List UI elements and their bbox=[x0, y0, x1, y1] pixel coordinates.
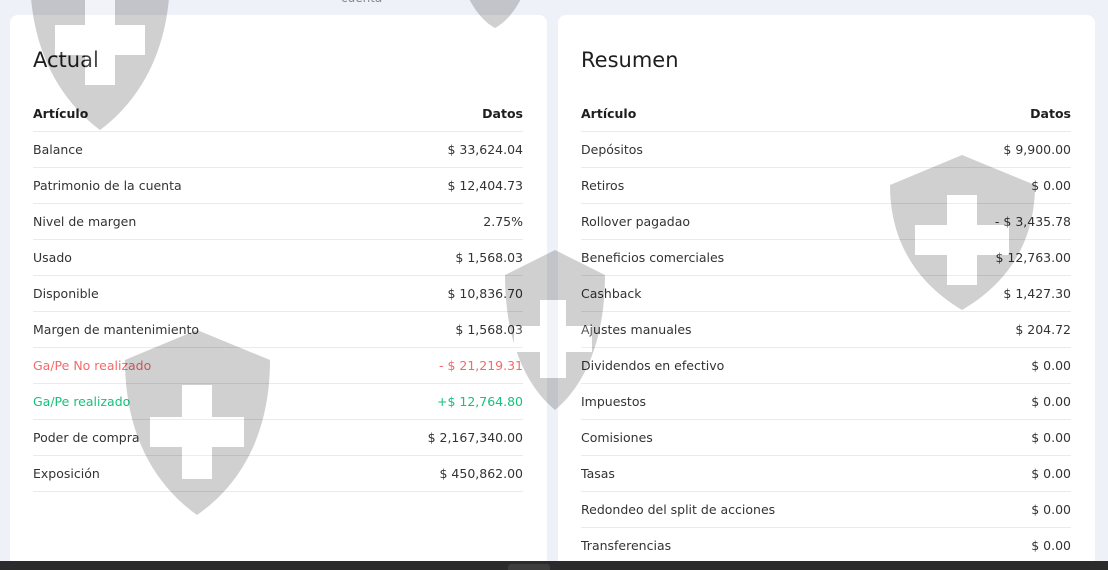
row-label: Ga/Pe realizado bbox=[33, 394, 131, 409]
row-label: Beneficios comerciales bbox=[581, 250, 725, 265]
table-header: Artículo Datos bbox=[33, 95, 523, 132]
row-value: $ 0.00 bbox=[1031, 538, 1071, 553]
row-value: $ 33,624.04 bbox=[447, 142, 523, 157]
row-value: $ 0.00 bbox=[1031, 430, 1071, 445]
top-strip: cuenta bbox=[0, 0, 1108, 10]
table-header: Artículo Datos bbox=[581, 95, 1071, 132]
row-label: Comisiones bbox=[581, 430, 653, 445]
table-row: Margen de mantenimiento $ 1,568.03 bbox=[33, 312, 523, 348]
table-row: Tasas $ 0.00 bbox=[581, 456, 1071, 492]
row-label: Rollover pagadao bbox=[581, 214, 690, 229]
row-value: $ 0.00 bbox=[1031, 394, 1071, 409]
table-row: Ajustes manuales $ 204.72 bbox=[581, 312, 1071, 348]
row-value: $ 10,836.70 bbox=[447, 286, 523, 301]
header-item: Artículo bbox=[581, 105, 637, 121]
row-label: Patrimonio de la cuenta bbox=[33, 178, 182, 193]
table-row: Balance $ 33,624.04 bbox=[33, 132, 523, 168]
resumen-panel: Resumen Artículo Datos Depósitos $ 9,900… bbox=[558, 15, 1095, 570]
table-row: Exposición $ 450,862.00 bbox=[33, 456, 523, 492]
row-value: $ 12,763.00 bbox=[995, 250, 1071, 265]
cut-off-label: cuenta bbox=[341, 0, 382, 5]
table-row: Patrimonio de la cuenta $ 12,404.73 bbox=[33, 168, 523, 204]
row-value: $ 0.00 bbox=[1031, 358, 1071, 373]
row-label: Depósitos bbox=[581, 142, 643, 157]
table-row: Comisiones $ 0.00 bbox=[581, 420, 1071, 456]
table-row: Disponible $ 10,836.70 bbox=[33, 276, 523, 312]
table-row: Usado $ 1,568.03 bbox=[33, 240, 523, 276]
row-label: Disponible bbox=[33, 286, 99, 301]
table-row: Beneficios comerciales $ 12,763.00 bbox=[581, 240, 1071, 276]
table-row: Impuestos $ 0.00 bbox=[581, 384, 1071, 420]
header-item: Artículo bbox=[33, 105, 89, 121]
row-label: Redondeo del split de acciones bbox=[581, 502, 776, 517]
row-label: Margen de mantenimiento bbox=[33, 322, 200, 337]
row-value: $ 9,900.00 bbox=[1003, 142, 1071, 157]
table-row: Poder de compra $ 2,167,340.00 bbox=[33, 420, 523, 456]
row-value: $ 1,427.30 bbox=[1003, 286, 1071, 301]
row-label: Dividendos en efectivo bbox=[581, 358, 725, 373]
row-label: Transferencias bbox=[581, 538, 672, 553]
row-value: $ 1,568.03 bbox=[455, 250, 523, 265]
row-value: - $ 21,219.31 bbox=[438, 358, 523, 373]
row-value: $ 2,167,340.00 bbox=[427, 430, 523, 445]
row-label: Ga/Pe No realizado bbox=[33, 358, 152, 373]
row-value: $ 12,404.73 bbox=[447, 178, 523, 193]
row-value: $ 0.00 bbox=[1031, 178, 1071, 193]
bottom-tab-handle[interactable] bbox=[508, 564, 550, 570]
row-value: $ 204.72 bbox=[1015, 322, 1071, 337]
actual-table: Artículo Datos Balance $ 33,624.04 Patri… bbox=[33, 95, 523, 492]
header-data: Datos bbox=[1030, 105, 1071, 121]
row-value: $ 0.00 bbox=[1031, 466, 1071, 481]
table-row: Redondeo del split de acciones $ 0.00 bbox=[581, 492, 1071, 528]
table-row: Retiros $ 0.00 bbox=[581, 168, 1071, 204]
table-row: Rollover pagadao - $ 3,435.78 bbox=[581, 204, 1071, 240]
row-label: Cashback bbox=[581, 286, 642, 301]
table-row: Depósitos $ 9,900.00 bbox=[581, 132, 1071, 168]
table-row: Dividendos en efectivo $ 0.00 bbox=[581, 348, 1071, 384]
header-data: Datos bbox=[482, 105, 523, 121]
table-row: Transferencias $ 0.00 bbox=[581, 528, 1071, 564]
table-row: Cashback $ 1,427.30 bbox=[581, 276, 1071, 312]
row-label: Usado bbox=[33, 250, 72, 265]
row-value: +$ 12,764.80 bbox=[436, 394, 523, 409]
table-row-unrealized: Ga/Pe No realizado - $ 21,219.31 bbox=[33, 348, 523, 384]
row-label: Ajustes manuales bbox=[581, 322, 692, 337]
row-label: Nivel de margen bbox=[33, 214, 137, 229]
row-label: Retiros bbox=[581, 178, 625, 193]
row-value: $ 1,568.03 bbox=[455, 322, 523, 337]
resumen-table: Artículo Datos Depósitos $ 9,900.00 Reti… bbox=[581, 95, 1071, 564]
row-label: Poder de compra bbox=[33, 430, 140, 445]
actual-panel: Actual Artículo Datos Balance $ 33,624.0… bbox=[10, 15, 547, 570]
row-label: Tasas bbox=[581, 466, 615, 481]
actual-title: Actual bbox=[33, 48, 99, 72]
row-value: - $ 3,435.78 bbox=[994, 214, 1071, 229]
row-label: Balance bbox=[33, 142, 83, 157]
row-value: 2.75% bbox=[483, 214, 523, 229]
resumen-title: Resumen bbox=[581, 48, 679, 72]
row-label: Exposición bbox=[33, 466, 100, 481]
row-label: Impuestos bbox=[581, 394, 646, 409]
row-value: $ 450,862.00 bbox=[439, 466, 524, 481]
table-row: Nivel de margen 2.75% bbox=[33, 204, 523, 240]
table-row-realized: Ga/Pe realizado +$ 12,764.80 bbox=[33, 384, 523, 420]
bottom-bar bbox=[0, 561, 1108, 570]
row-value: $ 0.00 bbox=[1031, 502, 1071, 517]
